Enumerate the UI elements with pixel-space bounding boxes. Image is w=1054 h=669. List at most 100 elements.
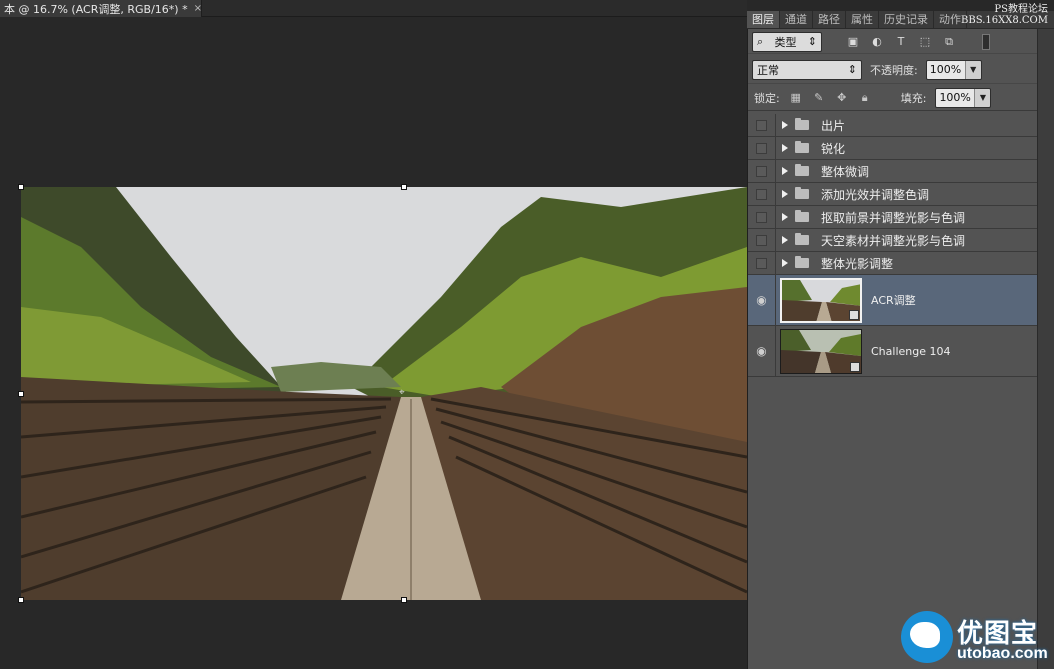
blend-mode-value: 正常 <box>757 63 779 77</box>
updown-icon: ⇕ <box>807 35 817 48</box>
visibility-off-box <box>756 257 767 269</box>
layer-group-name: 整体微调 <box>821 164 870 179</box>
smart-object-badge-icon <box>850 361 860 372</box>
transform-center-icon[interactable]: ⌖ <box>399 387 405 398</box>
visibility-off-box <box>756 142 767 154</box>
folder-icon <box>795 141 809 153</box>
document-tab[interactable]: 本 @ 16.7% (ACR调整, RGB/16*) * × <box>0 0 202 17</box>
smart-object-filter-icon[interactable]: ⧉ <box>942 35 956 49</box>
folder-icon <box>795 256 809 268</box>
folder-icon <box>795 118 809 130</box>
transform-handle-top-left[interactable] <box>18 184 24 190</box>
opacity-label: 不透明度: <box>870 63 918 77</box>
layer-group-item[interactable]: 锐化 <box>748 137 1037 160</box>
watermark-logo: 优图宝 utobao.com <box>893 601 1054 669</box>
expand-arrow-icon[interactable] <box>782 259 788 267</box>
blend-mode-select[interactable]: 正常 ⇕ <box>752 59 862 80</box>
layer-name: ACR调整 <box>871 294 916 307</box>
visibility-toggle[interactable] <box>748 160 776 182</box>
chevron-down-icon[interactable]: ▼ <box>964 60 981 79</box>
visibility-off-box <box>756 119 767 131</box>
layer-filter-row: ⌕ 类型 ⇕ ▣ ◐ T ⬚ ⧉ <box>748 30 1037 54</box>
folder-icon <box>795 233 809 245</box>
document-image[interactable] <box>21 187 747 600</box>
photo-illustration <box>21 187 747 600</box>
close-icon[interactable]: × <box>194 3 202 14</box>
tab-channels[interactable]: 通道 <box>780 11 813 28</box>
layer-group-item[interactable]: 出片 <box>748 114 1037 137</box>
visibility-toggle[interactable]: ◉ <box>748 326 776 376</box>
layer-thumbnail <box>780 277 862 323</box>
folder-icon <box>795 164 809 176</box>
shape-filter-icon[interactable]: ⬚ <box>918 35 932 49</box>
adjustment-filter-icon[interactable]: ◐ <box>870 35 884 49</box>
transform-handle-top[interactable] <box>401 184 407 190</box>
layer-group-item[interactable]: 添加光效并调整色调 <box>748 183 1037 206</box>
visibility-toggle[interactable] <box>748 252 776 274</box>
type-filter-icon[interactable]: T <box>894 35 908 49</box>
visibility-off-box <box>756 165 767 177</box>
folder-icon <box>795 210 809 222</box>
tab-layers[interactable]: 图层 <box>747 11 780 28</box>
expand-arrow-icon[interactable] <box>782 213 788 221</box>
layer-thumbnail <box>780 328 862 374</box>
lock-all-icon[interactable]: 🔒︎ <box>858 91 872 105</box>
layer-item[interactable]: ◉ Challenge 104 <box>748 326 1037 377</box>
expand-arrow-icon[interactable] <box>782 167 788 175</box>
layer-group-item[interactable]: 抠取前景并调整光影与色调 <box>748 206 1037 229</box>
fill-field[interactable]: 100% ▼ <box>935 87 992 108</box>
layer-group-item[interactable]: 整体微调 <box>748 160 1037 183</box>
lock-transparency-icon[interactable]: ▦ <box>789 91 803 105</box>
folder-icon <box>795 187 809 199</box>
fill-label: 填充: <box>900 91 927 105</box>
tab-paths[interactable]: 路径 <box>813 11 846 28</box>
watermark-top-line1: PS教程论坛 <box>994 4 1048 15</box>
visibility-toggle[interactable] <box>748 114 776 136</box>
panel-dock-strip <box>1037 11 1054 669</box>
filter-toggle[interactable] <box>982 33 990 50</box>
image-filter-icon[interactable]: ▣ <box>846 35 860 49</box>
filter-icons: ▣ ◐ T ⬚ ⧉ <box>846 35 956 49</box>
layer-group-name: 出片 <box>821 118 846 133</box>
layer-item-selected[interactable]: ◉ ACR调整 <box>748 275 1037 326</box>
layer-group-name: 锐化 <box>821 141 846 156</box>
expand-arrow-icon[interactable] <box>782 144 788 152</box>
visibility-off-box <box>756 234 767 246</box>
layer-group-item[interactable]: 天空素材并调整光影与色调 <box>748 229 1037 252</box>
tab-history[interactable]: 历史记录 <box>879 11 934 28</box>
visibility-toggle[interactable] <box>748 137 776 159</box>
fill-value[interactable]: 100% <box>936 88 975 107</box>
lock-pixels-icon[interactable]: ✎ <box>812 91 826 105</box>
visibility-off-box <box>756 188 767 200</box>
transform-handle-left[interactable] <box>18 391 24 397</box>
layers-list: 出片 锐化 整体微调 添加光效并调整色调 抠取前景并调整光影与色调 天空素材并调… <box>748 114 1037 377</box>
layer-group-name: 添加光效并调整色调 <box>821 187 930 202</box>
expand-arrow-icon[interactable] <box>782 190 788 198</box>
layer-group-name: 整体光影调整 <box>821 256 894 271</box>
tab-strip <box>202 0 747 17</box>
smart-object-badge-icon <box>849 309 859 320</box>
layer-group-item[interactable]: 整体光影调整 <box>748 252 1037 275</box>
transform-handle-bottom[interactable] <box>401 597 407 603</box>
layer-group-name: 抠取前景并调整光影与色调 <box>821 210 966 225</box>
visibility-toggle[interactable] <box>748 206 776 228</box>
visibility-toggle[interactable] <box>748 229 776 251</box>
transform-handle-bottom-left[interactable] <box>18 597 24 603</box>
visibility-toggle[interactable]: ◉ <box>748 275 776 325</box>
updown-icon: ⇕ <box>847 63 857 76</box>
visibility-off-box <box>756 211 767 223</box>
layer-name: Challenge 104 <box>871 344 951 358</box>
expand-arrow-icon[interactable] <box>782 236 788 244</box>
tab-properties[interactable]: 属性 <box>846 11 879 28</box>
expand-arrow-icon[interactable] <box>782 121 788 129</box>
blend-row: 正常 ⇕ 不透明度: 100% ▼ <box>748 56 1037 84</box>
chevron-down-icon[interactable]: ▼ <box>974 88 991 107</box>
lock-position-icon[interactable]: ✥ <box>835 91 849 105</box>
visibility-toggle[interactable] <box>748 183 776 205</box>
filter-kind-select[interactable]: ⌕ 类型 ⇕ <box>752 31 822 52</box>
layer-group-name: 天空素材并调整光影与色调 <box>821 233 966 248</box>
opacity-value[interactable]: 100% <box>926 60 965 79</box>
search-icon: ⌕ <box>757 34 764 48</box>
opacity-field[interactable]: 100% ▼ <box>925 59 982 80</box>
bird-logo-icon <box>901 611 953 663</box>
